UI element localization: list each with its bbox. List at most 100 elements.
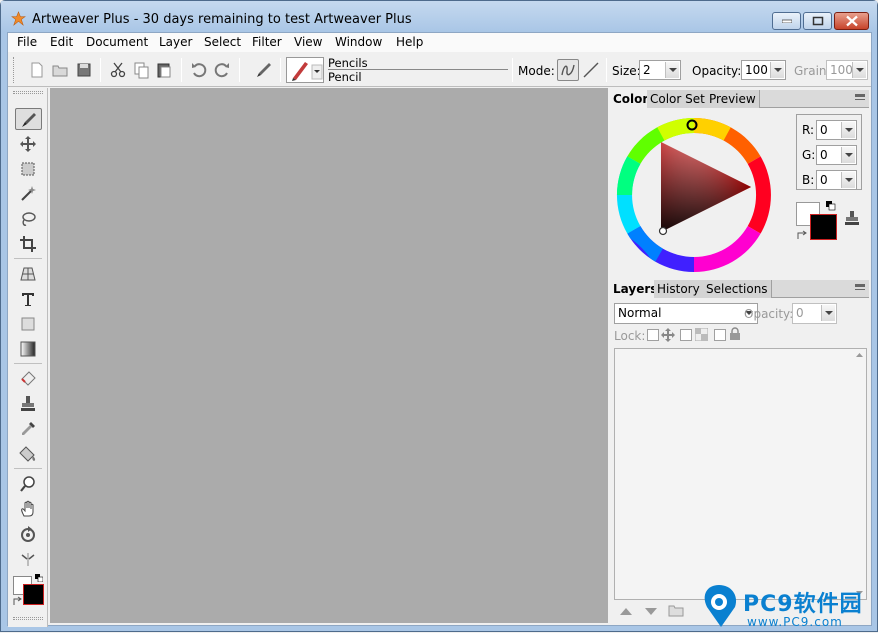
brush-category[interactable]: Pencils — [328, 56, 368, 70]
tab-color-set[interactable]: Color Set — [647, 90, 709, 108]
swap-colors-icon[interactable] — [797, 229, 808, 240]
new-file-button[interactable] — [27, 60, 47, 80]
size-field[interactable]: 2 — [639, 60, 681, 80]
blend-mode-select[interactable]: Normal — [614, 303, 758, 324]
menu-select[interactable]: Select — [204, 35, 241, 49]
lock-transparency-checkbox[interactable] — [647, 329, 659, 341]
chevron-down-icon[interactable] — [665, 62, 679, 78]
tool-paint-bucket[interactable] — [15, 443, 42, 465]
copy-button[interactable] — [131, 60, 151, 80]
menu-filter[interactable]: Filter — [252, 35, 282, 49]
red-field[interactable]: 0 — [816, 120, 857, 140]
toolbar-grip[interactable] — [13, 57, 15, 83]
move-layer-down-icon[interactable] — [643, 605, 659, 617]
paste-button[interactable] — [154, 60, 174, 80]
new-layer-group-icon[interactable] — [668, 603, 684, 617]
toolbox-foreground-color[interactable] — [23, 584, 44, 605]
menu-help[interactable]: Help — [396, 35, 423, 49]
tool-zoom[interactable] — [15, 473, 42, 495]
toolbox-grip[interactable] — [13, 617, 43, 620]
swap-colors-icon[interactable] — [13, 596, 23, 606]
chevron-down-icon[interactable] — [841, 147, 855, 163]
panel-menu-icon[interactable] — [855, 284, 865, 292]
move-icon — [661, 328, 675, 342]
canvas-workspace[interactable] — [50, 88, 608, 623]
save-button[interactable] — [74, 60, 94, 80]
tab-preview[interactable]: Preview — [706, 90, 760, 108]
tool-rect-select[interactable] — [15, 158, 42, 180]
chevron-down-icon[interactable] — [821, 305, 835, 321]
tool-eyedropper[interactable] — [15, 418, 42, 440]
menu-layer[interactable]: Layer — [159, 35, 192, 49]
stamp-icon[interactable] — [844, 210, 860, 226]
panel-menu-icon[interactable] — [855, 94, 865, 102]
tool-text[interactable] — [15, 288, 42, 310]
menu-window[interactable]: Window — [335, 35, 382, 49]
menu-file[interactable]: File — [17, 35, 37, 49]
lock-position-checkbox[interactable] — [680, 329, 692, 341]
undo-button[interactable] — [189, 60, 209, 80]
brush-preset-picker[interactable] — [286, 57, 324, 83]
tool-hand[interactable] — [15, 498, 42, 520]
tool-mirror[interactable] — [15, 548, 42, 570]
lock-pixels-checkbox[interactable] — [714, 329, 726, 341]
scroll-up-icon[interactable] — [855, 352, 864, 358]
tool-move[interactable] — [15, 133, 42, 155]
brush-tool-button[interactable] — [254, 60, 274, 80]
foreground-color-swatch[interactable] — [810, 214, 837, 240]
restore-icon — [812, 16, 823, 26]
rectangle-select-icon — [21, 162, 35, 176]
tool-perspective[interactable] — [15, 263, 42, 285]
pc9-logo — [704, 585, 737, 627]
toolbox-grip[interactable] — [13, 91, 43, 94]
cut-button[interactable] — [108, 60, 128, 80]
menu-bar: File Edit Document Layer Select Filter V… — [8, 33, 871, 52]
close-button[interactable] — [834, 12, 869, 30]
tool-clone-stamp[interactable] — [15, 393, 42, 415]
layers-list[interactable] — [614, 348, 867, 600]
minimize-button[interactable] — [772, 12, 801, 30]
green-field[interactable]: 0 — [816, 145, 857, 165]
menu-edit[interactable]: Edit — [50, 35, 73, 49]
save-icon — [77, 63, 91, 77]
opacity-field[interactable]: 100 — [741, 60, 786, 80]
toolbar-separator — [606, 58, 607, 82]
freehand-mode-button[interactable] — [557, 59, 579, 81]
move-layer-up-icon[interactable] — [618, 605, 634, 617]
tool-rotate[interactable] — [15, 523, 42, 545]
text-icon — [22, 293, 34, 306]
tool-brush[interactable] — [15, 108, 42, 130]
gradient-icon — [20, 341, 36, 357]
menu-view[interactable]: View — [294, 35, 322, 49]
default-colors-icon[interactable] — [35, 574, 43, 582]
open-file-button[interactable] — [50, 60, 70, 80]
new-file-icon — [31, 62, 43, 78]
chevron-down-icon[interactable] — [852, 62, 866, 78]
move-icon — [20, 136, 36, 152]
restore-button[interactable] — [803, 12, 832, 30]
line-mode-button[interactable] — [581, 60, 601, 80]
tool-crop[interactable] — [15, 233, 42, 255]
color-wheel[interactable] — [614, 115, 774, 275]
redo-button[interactable] — [212, 60, 232, 80]
layer-opacity-field[interactable]: 0 — [792, 303, 837, 324]
blue-field[interactable]: 0 — [816, 170, 857, 190]
tool-eraser[interactable] — [15, 368, 42, 390]
tool-lasso[interactable] — [15, 208, 42, 230]
title-bar[interactable]: Artweaver Plus - 30 days remaining to te… — [1, 1, 877, 32]
mode-label: Mode: — [518, 64, 555, 78]
chevron-down-icon[interactable] — [841, 122, 855, 138]
stamp-icon — [21, 396, 35, 411]
tool-gradient[interactable] — [15, 338, 42, 360]
default-colors-icon[interactable] — [826, 201, 836, 211]
chevron-down-icon[interactable] — [770, 62, 784, 78]
tab-color[interactable]: Color — [610, 90, 653, 108]
tool-shape[interactable] — [15, 313, 42, 335]
tool-magic-wand[interactable] — [15, 183, 42, 205]
menu-document[interactable]: Document — [86, 35, 148, 49]
brush-name[interactable]: Pencil — [328, 70, 362, 84]
chevron-down-icon[interactable] — [841, 172, 855, 188]
tab-selections[interactable]: Selections — [703, 280, 772, 298]
tab-history[interactable]: History — [654, 280, 704, 298]
grain-field[interactable]: 100 — [826, 60, 868, 80]
